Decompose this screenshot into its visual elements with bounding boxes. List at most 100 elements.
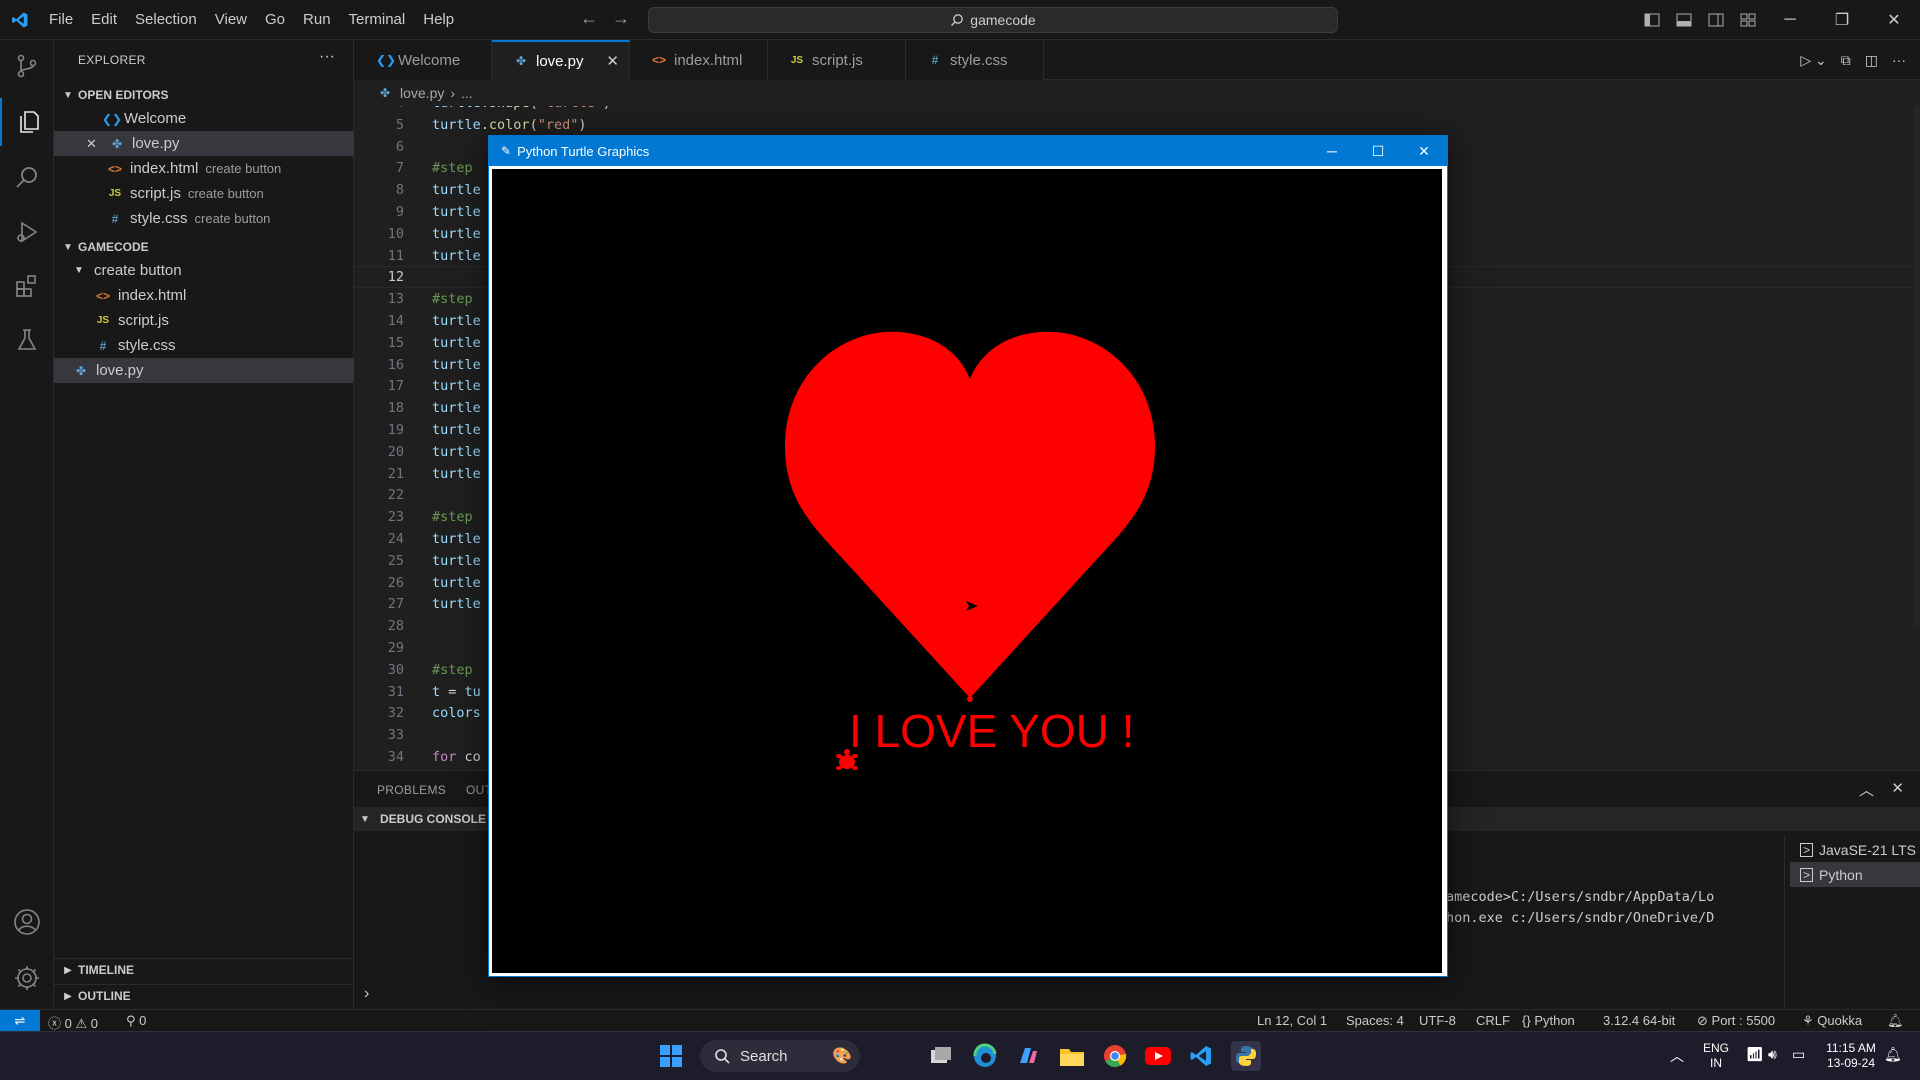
back-arrow-icon[interactable]: ← xyxy=(580,8,598,29)
open-editor-welcome[interactable]: ❮❯ Welcome xyxy=(54,106,401,131)
ports-indicator[interactable]: ⚲ 0 xyxy=(126,1013,146,1029)
breadcrumb-symbols[interactable]: ... xyxy=(461,85,473,101)
run-debug-icon[interactable] xyxy=(0,208,54,256)
html-file-icon: <> xyxy=(96,288,111,303)
problems-indicator[interactable]: ⓧ 0 ⚠ 0 xyxy=(48,1013,98,1032)
toggle-sidebar-icon[interactable] xyxy=(1636,0,1668,40)
tab-love-py[interactable]: ✤ love.py ✕ xyxy=(492,40,630,80)
chrome-icon[interactable] xyxy=(1100,1041,1130,1071)
minimize-button[interactable]: ─ xyxy=(1764,0,1816,40)
live-server-port[interactable]: ⊘ Port : 5500 xyxy=(1697,1013,1775,1029)
customize-layout-icon[interactable] xyxy=(1732,0,1764,40)
turtle-maximize-button[interactable]: ☐ xyxy=(1355,136,1401,166)
toggle-panel-icon[interactable] xyxy=(1668,0,1700,40)
timeline-header[interactable]: ▶ TIMELINE xyxy=(54,958,354,981)
file-index-html[interactable]: <> index.html xyxy=(54,283,395,308)
maximize-panel-icon[interactable]: ︿ xyxy=(1859,779,1874,800)
settings-gear-icon[interactable] xyxy=(0,954,54,1002)
volume-icon[interactable]: 🔊︎ xyxy=(1768,1046,1777,1063)
file-explorer-icon[interactable] xyxy=(1057,1041,1087,1071)
tab-problems[interactable]: PROBLEMS xyxy=(377,783,446,797)
forward-arrow-icon[interactable]: → xyxy=(612,8,630,29)
outline-header[interactable]: ▶ OUTLINE xyxy=(54,984,354,1007)
cursor-position[interactable]: Ln 12, Col 1 xyxy=(1257,1013,1327,1028)
python-interpreter[interactable]: 3.12.4 64-bit xyxy=(1603,1013,1675,1028)
extensions-icon[interactable] xyxy=(0,262,54,310)
close-panel-icon[interactable]: ✕ xyxy=(1891,779,1904,797)
notifications-bell-icon[interactable]: 🔔︎ xyxy=(1887,1013,1904,1029)
more-actions-icon[interactable]: ··· xyxy=(319,48,335,66)
quokka-indicator[interactable]: ⚘ Quokka xyxy=(1802,1013,1862,1029)
vscode-logo-icon xyxy=(0,0,40,40)
editor-scrollbar[interactable] xyxy=(1914,106,1920,626)
turtle-minimize-button[interactable]: ─ xyxy=(1309,136,1355,166)
split-editor-icon[interactable]: ◫ xyxy=(1865,52,1878,69)
remote-indicator-icon[interactable]: ⇌ xyxy=(0,1010,40,1032)
command-center-search[interactable]: gamecode xyxy=(648,7,1338,33)
menu-selection[interactable]: Selection xyxy=(126,0,206,40)
file-love-py[interactable]: ✤ love.py xyxy=(54,358,373,383)
line-ending[interactable]: CRLF xyxy=(1476,1013,1510,1028)
open-editors-header[interactable]: ▼ OPEN EDITORS xyxy=(54,84,354,106)
menu-view[interactable]: View xyxy=(206,0,256,40)
code-line: turtle.color("red") xyxy=(432,116,587,133)
run-file-icon[interactable]: ▷ ⌄ xyxy=(1800,52,1826,69)
testing-icon[interactable] xyxy=(0,316,54,364)
close-editor-icon[interactable]: ✕ xyxy=(86,136,102,152)
terminal-javase[interactable]: > JavaSE-21 LTS xyxy=(1790,837,1920,862)
taskbar-search[interactable]: Search 🎨 xyxy=(700,1040,860,1072)
turtle-window-titlebar[interactable]: ✎ Python Turtle Graphics ─ ☐ ✕ xyxy=(489,136,1447,166)
open-editor-love-py[interactable]: ✕ ✤ love.py xyxy=(54,131,385,156)
clock[interactable]: 11:15 AM 13-09-24 xyxy=(1818,1041,1884,1071)
folder-create-button[interactable]: ▼ create button xyxy=(54,258,373,283)
source-control-icon[interactable] xyxy=(0,42,54,90)
turtle-graphics-window[interactable]: ✎ Python Turtle Graphics ─ ☐ ✕ I LOVE YO… xyxy=(488,135,1448,977)
chevron-down-icon: ▼ xyxy=(63,241,73,253)
workspace-header[interactable]: ▼ GAMECODE xyxy=(54,236,354,258)
turtle-close-button[interactable]: ✕ xyxy=(1401,136,1447,166)
menu-edit[interactable]: Edit xyxy=(82,0,126,40)
turtle-canvas[interactable]: I LOVE YOU ! xyxy=(492,169,1442,973)
more-actions-icon[interactable]: ··· xyxy=(1892,52,1906,68)
restore-button[interactable]: ❐ xyxy=(1816,0,1868,40)
line-number: 10 xyxy=(387,225,404,242)
task-view-icon[interactable] xyxy=(926,1041,956,1071)
toggle-secondary-sidebar-icon[interactable] xyxy=(1700,0,1732,40)
vscode-taskbar-icon[interactable] xyxy=(1186,1041,1216,1071)
breadcrumb-file[interactable]: love.py xyxy=(400,85,444,101)
menu-help[interactable]: Help xyxy=(414,0,463,40)
chevron-down-icon: ▼ xyxy=(74,265,84,276)
windows-start-icon[interactable] xyxy=(656,1041,686,1071)
file-script-js[interactable]: JS script.js xyxy=(54,308,395,333)
menu-file[interactable]: File xyxy=(40,0,82,40)
menu-run[interactable]: Run xyxy=(294,0,340,40)
open-preview-icon[interactable]: ⧉ xyxy=(1841,52,1851,69)
youtube-icon[interactable] xyxy=(1143,1041,1173,1071)
code-line: turtle xyxy=(432,334,481,351)
edge-browser-icon[interactable] xyxy=(970,1041,1000,1071)
accounts-icon[interactable] xyxy=(0,898,54,946)
notification-bell-icon[interactable]: 🔔︎ xyxy=(1884,1046,1902,1063)
encoding[interactable]: UTF-8 xyxy=(1419,1013,1456,1028)
close-button[interactable]: ✕ xyxy=(1868,0,1920,40)
menu-terminal[interactable]: Terminal xyxy=(340,0,415,40)
indentation[interactable]: Spaces: 4 xyxy=(1346,1013,1404,1028)
language-mode[interactable]: {} Python xyxy=(1522,1013,1575,1028)
search-icon[interactable] xyxy=(0,154,54,202)
tab-script-js[interactable]: JS script.js xyxy=(768,40,906,80)
explorer-icon[interactable] xyxy=(0,98,56,146)
close-tab-icon[interactable]: ✕ xyxy=(606,52,619,70)
tab-welcome[interactable]: ❮❯ Welcome xyxy=(354,40,492,80)
menu-go[interactable]: Go xyxy=(256,0,294,40)
tab-style-css[interactable]: # style.css xyxy=(906,40,1044,80)
terminal-python[interactable]: > Python xyxy=(1790,862,1920,887)
wifi-icon[interactable]: 📶︎ xyxy=(1746,1046,1764,1063)
language-indicator[interactable]: ENG IN xyxy=(1700,1041,1732,1071)
python-taskbar-icon[interactable] xyxy=(1231,1041,1261,1071)
console-prompt-icon: › xyxy=(364,985,370,1002)
tab-index-html[interactable]: <> index.html xyxy=(630,40,768,80)
copilot-icon[interactable] xyxy=(1013,1041,1043,1071)
tray-overflow-icon[interactable]: ︿ xyxy=(1670,1046,1684,1066)
file-style-css[interactable]: # style.css xyxy=(54,333,395,358)
battery-icon[interactable]: ▭ xyxy=(1792,1046,1805,1063)
